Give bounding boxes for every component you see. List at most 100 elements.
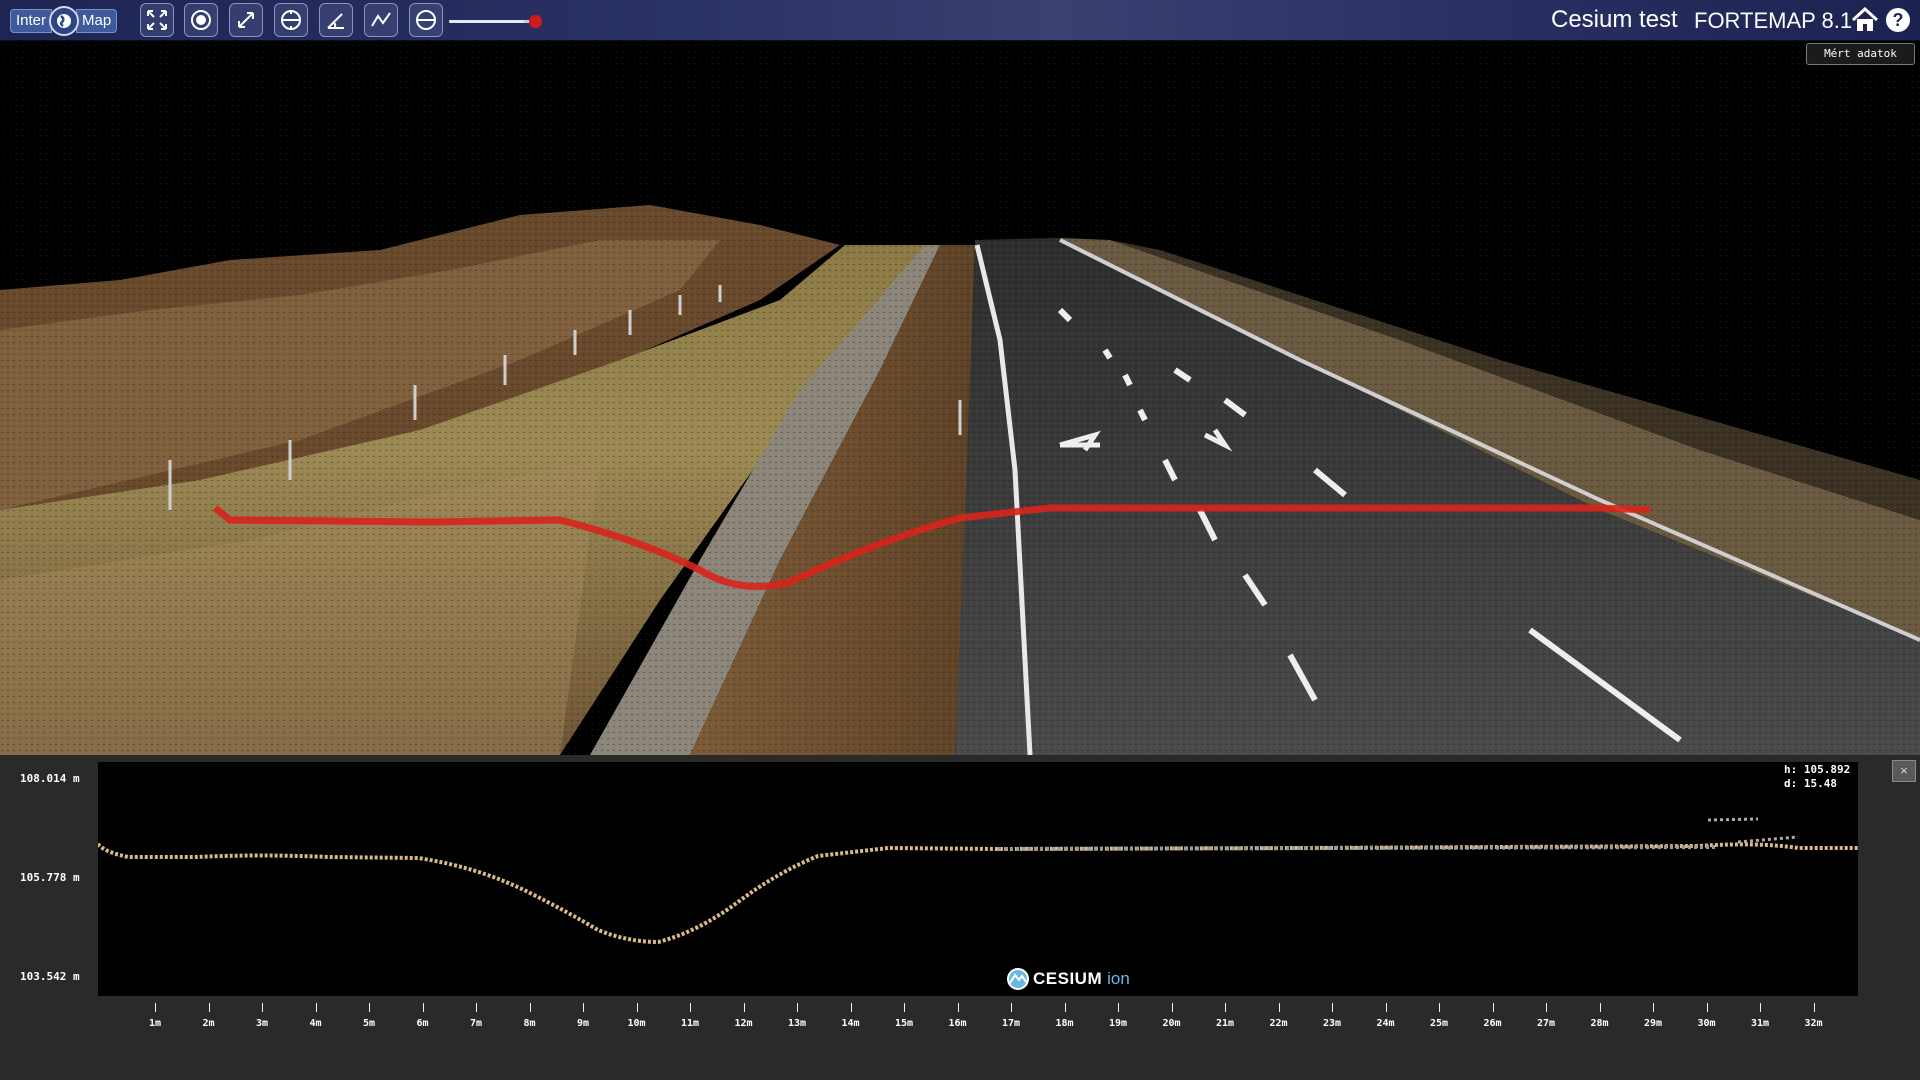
x-axis-tick [690,1003,691,1012]
x-axis-tick [1653,1003,1654,1012]
app-version: FORTEMAP 8.1 [1694,8,1853,33]
x-axis-label: 14m [841,1018,860,1029]
x-axis-label: 3m [255,1018,269,1029]
y-axis-label-max: 108.014 m [20,772,80,785]
cesium-word: CESIUM [1033,969,1103,988]
x-axis-label: 15m [894,1018,914,1029]
x-axis-label: 28m [1590,1018,1609,1029]
x-axis-tick [262,1003,263,1012]
x-axis-label: 7m [469,1018,483,1029]
x-axis-label: 19m [1108,1018,1128,1029]
elevation-profile-panel: CESIUM ion 108.014 m 105.778 m 103.542 m… [0,755,1920,1080]
top-toolbar: Inter Map Cesium test FORTEMAP 8.1 ? [0,0,1920,41]
fit-extent-button[interactable] [140,3,174,37]
inter-map-toggle[interactable]: Inter Map [10,6,118,36]
x-axis-label: 27m [1536,1018,1556,1029]
x-axis-label: 31m [1750,1018,1770,1029]
x-axis-tick [476,1003,477,1012]
x-axis-tick [529,1003,531,1012]
x-axis-label: 26m [1483,1018,1502,1029]
cross-section-button[interactable] [409,3,443,37]
home-button[interactable] [1851,6,1879,33]
x-axis-label: 21m [1215,1018,1235,1029]
x-axis-label: 22m [1269,1018,1288,1029]
x-axis-label: 18m [1055,1018,1074,1029]
x-axis-tick [904,1003,905,1012]
x-axis-tick [1439,1003,1440,1012]
x-axis-label: 4m [309,1018,322,1029]
x-axis-label: 23m [1322,1018,1342,1029]
y-axis-label-min: 103.542 m [20,970,80,983]
x-axis-tick [1332,1003,1333,1012]
mode-inter-label[interactable]: Inter [10,9,53,33]
x-axis-label: 29m [1643,1018,1663,1029]
x-axis-label: 17m [1001,1018,1021,1029]
profile-line-icon [371,12,391,27]
x-axis-label: 13m [787,1018,807,1029]
x-axis-tick [1011,1003,1012,1012]
distance-measure-icon [238,12,254,28]
point-cloud-viewport[interactable] [0,40,1920,755]
profile-line-button[interactable] [364,3,398,37]
x-axis-tick [636,1003,638,1012]
x-axis-label: 2m [202,1018,215,1029]
x-axis-label: 20m [1162,1018,1181,1029]
x-axis-tick [155,1003,156,1012]
opacity-slider-thumb[interactable] [529,15,542,28]
x-axis-tick [208,1003,210,1012]
x-axis-label: 16m [948,1018,967,1029]
help-button[interactable]: ? [1886,8,1910,32]
angle-measure-icon [327,13,344,29]
mode-map-label[interactable]: Map [76,9,118,33]
x-axis-tick [315,1003,317,1012]
x-axis-tick [1760,1003,1761,1012]
x-axis-tick [1225,1003,1226,1012]
area-measure-icon [281,10,301,30]
x-axis-tick [1546,1003,1547,1012]
height-readout: h: 105.892 [1784,763,1851,776]
x-axis-label: 24m [1376,1018,1395,1029]
x-axis-tick [1118,1003,1119,1012]
x-axis-label: 32m [1804,1018,1823,1029]
cesium-logo-icon [1007,968,1029,990]
opacity-slider-track[interactable] [449,20,537,23]
point-target-button[interactable] [184,3,218,37]
x-axis-tick [369,1003,370,1012]
x-axis-label: 25m [1429,1018,1449,1029]
measured-data-button[interactable]: Mért adatok [1806,43,1915,65]
cross-section-icon [416,10,436,30]
x-axis-tick [1599,1003,1601,1012]
x-axis-tick [422,1003,424,1012]
x-axis-label: 30m [1697,1018,1716,1029]
x-axis-label: 5m [362,1018,376,1029]
x-axis-label: 8m [523,1018,536,1029]
distance-measure-button[interactable] [229,3,263,37]
x-axis-label: 11m [680,1018,700,1029]
x-axis-tick [1278,1003,1280,1012]
x-axis-tick [1171,1003,1173,1012]
x-axis-tick [743,1003,745,1012]
x-axis-tick [1813,1003,1815,1012]
opacity-slider-fill [449,20,524,23]
fit-extent-icon [147,10,167,30]
x-axis-label: 9m [576,1018,590,1029]
x-axis-label: 12m [734,1018,753,1029]
profile-points-plot [96,817,1858,945]
angle-measure-button[interactable] [319,3,353,37]
x-axis-label: 6m [416,1018,429,1029]
distance-readout: d: 15.48 [1784,777,1837,790]
cesium-ion-logo: CESIUM ion [1006,966,1130,992]
area-measure-button[interactable] [274,3,308,37]
globe-icon[interactable] [49,6,80,36]
x-axis-label: 1m [148,1018,162,1029]
x-axis-label: 10m [627,1018,646,1029]
x-axis-tick [957,1003,959,1012]
profile-plot-area: CESIUM ion [96,762,1858,996]
x-axis-tick [1064,1003,1066,1012]
x-axis-tick [1385,1003,1387,1012]
y-axis-label-mid: 105.778 m [20,871,80,884]
close-profile-button[interactable]: × [1892,760,1916,782]
x-axis-tick [797,1003,798,1012]
point-target-icon [191,10,211,30]
point-cloud-scene [0,40,1920,755]
